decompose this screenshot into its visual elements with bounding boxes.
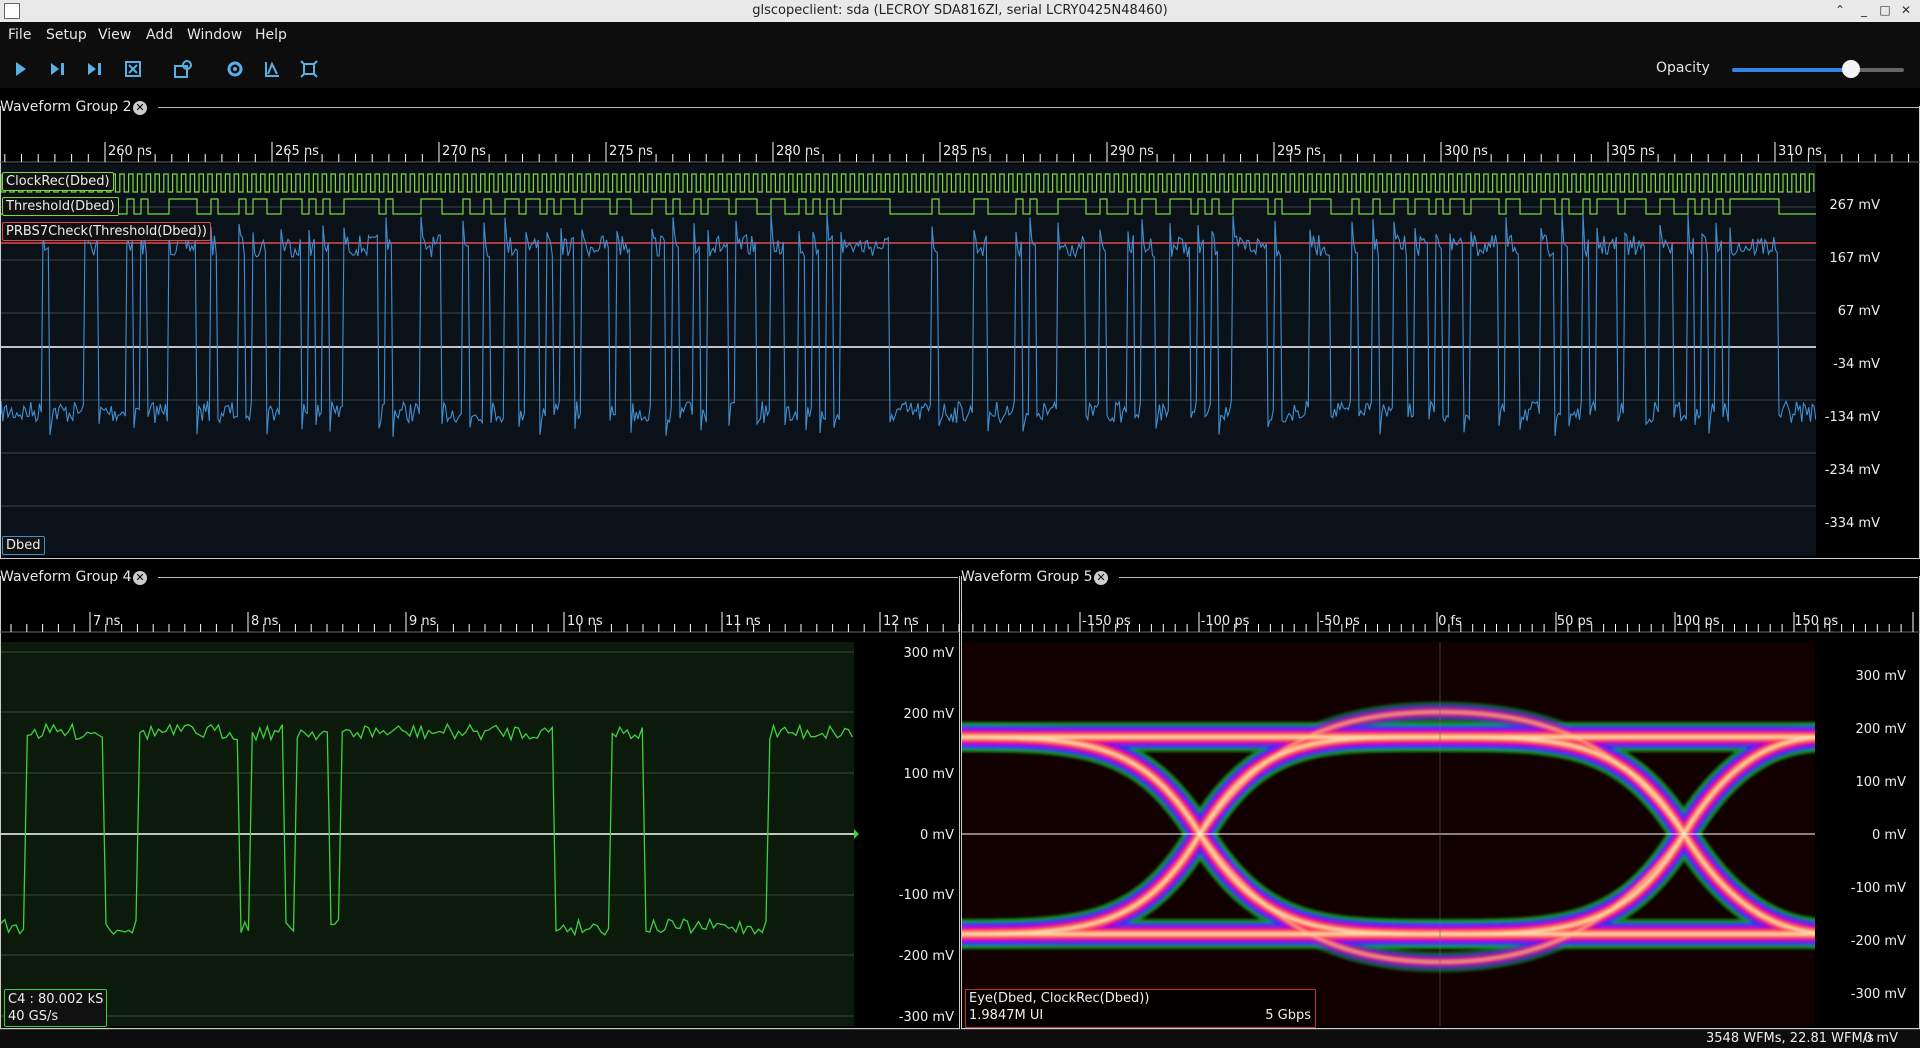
x-tick-label: -100 ps — [1200, 614, 1250, 629]
y-tick: -200 mV — [1850, 934, 1906, 949]
minimize-icon[interactable]: _ — [1856, 2, 1872, 18]
eye-diagram — [962, 642, 1815, 1026]
title-bar: glscopeclient: sda (LECROY SDA816ZI, ser… — [0, 0, 1920, 23]
menu-help[interactable]: Help — [255, 27, 287, 43]
group4-channel-info[interactable]: C4 : 80.002 kS 40 GS/s — [4, 989, 108, 1027]
x-tick-label: 305 ns — [1611, 144, 1655, 159]
channel-label-prbs[interactable]: PRBS7Check(Threshold(Dbed)) — [2, 222, 211, 241]
x-tick-label: 265 ns — [275, 144, 319, 159]
y-tick: -300 mV — [898, 1010, 954, 1025]
x-tick-label: 260 ns — [108, 144, 152, 159]
group5-info-line1: Eye(Dbed, ClockRec(Dbed)) — [969, 991, 1150, 1006]
y-tick: 200 mV — [903, 707, 954, 722]
x-tick-label: 295 ns — [1277, 144, 1321, 159]
group4-info-line2: 40 GS/s — [8, 1009, 59, 1024]
start-trigger-icon[interactable] — [10, 58, 32, 80]
x-tick-label: 290 ns — [1110, 144, 1154, 159]
group4-waveform — [1, 651, 859, 1017]
history-icon[interactable] — [170, 58, 196, 80]
x-tick-label: 270 ns — [442, 144, 486, 159]
group4-info-line1: C4 : 80.002 kS — [8, 992, 104, 1007]
y-tick: -100 mV — [1850, 881, 1906, 896]
y-tick: 100 mV — [903, 767, 954, 782]
status-bar: 3548 WFMs, 22.81 WFM/s 0 mV — [0, 1029, 1920, 1048]
y-tick: -334 mV — [1824, 516, 1880, 531]
x-tick-label: 0 fs — [1438, 614, 1462, 629]
opacity-slider-fill — [1732, 68, 1851, 72]
x-tick-label: 150 ps — [1794, 614, 1839, 629]
menu-file[interactable]: File — [8, 27, 31, 43]
menu-add[interactable]: Add — [146, 27, 173, 43]
force-trigger-icon[interactable] — [84, 58, 106, 80]
y-tick: -134 mV — [1824, 410, 1880, 425]
x-tick-label: 310 ns — [1778, 144, 1822, 159]
x-tick-label: 10 ns — [567, 614, 603, 629]
channel-label-clockrec[interactable]: ClockRec(Dbed) — [2, 172, 114, 191]
group4-timeline[interactable] — [0, 594, 960, 634]
y-tick: 67 mV — [1837, 304, 1880, 319]
group5-eye-info[interactable]: Eye(Dbed, ClockRec(Dbed)) 1.9847M UI 5 G… — [965, 989, 1316, 1028]
y-tick: 200 mV — [1855, 722, 1906, 737]
x-tick-label: 50 ps — [1556, 614, 1593, 629]
group5-info-rate: 5 Gbps — [1265, 1008, 1311, 1023]
x-tick-label: 285 ns — [943, 144, 987, 159]
x-tick-label: -50 ps — [1319, 614, 1360, 629]
y-tick: -34 mV — [1833, 357, 1880, 372]
close-window-icon[interactable]: ✕ — [1898, 2, 1914, 18]
opacity-slider-handle[interactable] — [1841, 60, 1860, 78]
stop-trigger-icon[interactable] — [122, 58, 144, 80]
y-tick: 267 mV — [1829, 198, 1880, 213]
collapse-icon[interactable]: ⌃ — [1832, 2, 1848, 18]
y-tick: -100 mV — [898, 888, 954, 903]
y-tick: -234 mV — [1824, 463, 1880, 478]
y-tick: -300 mV — [1850, 987, 1906, 1002]
refresh-icon[interactable] — [224, 58, 246, 80]
status-wfm-rate: 3548 WFMs, 22.81 WFM/s — [1706, 1031, 1874, 1046]
menu-setup[interactable]: Setup — [46, 27, 87, 43]
x-tick-label: 100 ps — [1675, 614, 1720, 629]
x-tick-label: 8 ns — [251, 614, 279, 629]
x-tick-label: 275 ns — [609, 144, 653, 159]
toolbar — [0, 46, 1920, 88]
channel-label-dbed[interactable]: Dbed — [2, 536, 45, 555]
group5-info-line2: 1.9847M UI — [969, 1008, 1044, 1023]
maximize-icon[interactable]: □ — [1877, 2, 1893, 18]
single-trigger-icon[interactable] — [47, 58, 69, 80]
group2-waveform — [1, 173, 1816, 507]
x-tick-label: 7 ns — [93, 614, 121, 629]
x-tick-label: 300 ns — [1444, 144, 1488, 159]
window-title: glscopeclient: sda (LECROY SDA816ZI, ser… — [752, 3, 1168, 18]
clear-sweeps-icon[interactable] — [261, 58, 283, 80]
y-tick: -200 mV — [898, 949, 954, 964]
y-tick: 300 mV — [903, 646, 954, 661]
y-tick: 0 mV — [920, 828, 954, 843]
fullscreen-icon[interactable] — [298, 58, 320, 80]
y-tick: 0 mV — [1872, 828, 1906, 843]
x-tick-label: -150 ps — [1082, 614, 1131, 629]
menu-bar: File Setup View Add Window Help — [0, 22, 1920, 46]
y-tick: 167 mV — [1829, 251, 1880, 266]
x-tick-label: 11 ns — [725, 614, 761, 629]
y-tick: 300 mV — [1855, 669, 1906, 684]
y-tick: 100 mV — [1855, 775, 1906, 790]
x-tick-label: 12 ns — [883, 614, 919, 629]
status-offset: 0 mV — [1864, 1031, 1898, 1046]
channel-label-threshold[interactable]: Threshold(Dbed) — [2, 197, 119, 216]
x-tick-label: 280 ns — [776, 144, 820, 159]
menu-view[interactable]: View — [98, 27, 131, 43]
opacity-label: Opacity — [1656, 60, 1710, 76]
menu-window[interactable]: Window — [187, 27, 242, 43]
x-tick-label: 9 ns — [409, 614, 437, 629]
